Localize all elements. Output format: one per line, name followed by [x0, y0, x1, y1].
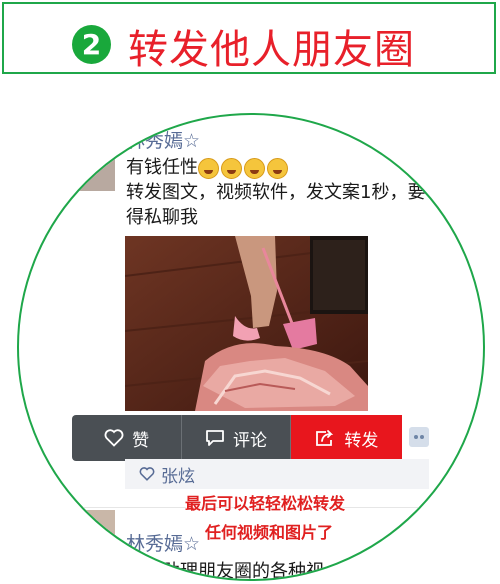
liker-name[interactable]: 张炫	[161, 462, 195, 487]
more-options-button[interactable]	[409, 427, 429, 447]
heart-outline-icon	[139, 467, 155, 481]
post-author[interactable]: 林秀嫣☆	[126, 529, 200, 556]
share-icon	[316, 430, 334, 446]
forward-button[interactable]: 转发	[290, 415, 402, 461]
laughing-crying-emoji-icon	[198, 157, 219, 179]
heart-icon	[104, 429, 124, 447]
comment-label: 评论	[233, 430, 267, 451]
laughing-crying-emoji-icon	[221, 157, 242, 179]
caption-line-2: 任何视频和图片了	[205, 523, 334, 542]
post-line-2: 转发图文，视频软件，发文案1秒，要	[126, 182, 426, 203]
post-author[interactable]: 林秀嫣☆	[126, 126, 200, 153]
step-number-badge: 2	[72, 25, 111, 64]
post-image[interactable]	[125, 236, 368, 411]
post-text: 有钱任性 转发图文，视频软件，发文案1秒，要 得私聊我	[126, 155, 456, 230]
step-title: 转发他人朋友圈	[128, 27, 415, 73]
comment-button[interactable]: 评论	[182, 415, 291, 461]
like-label: 赞	[132, 430, 150, 451]
comment-bubble-icon	[206, 430, 224, 446]
caption-line-1: 最后可以轻轻松松转发	[185, 494, 346, 513]
likes-row: 张炫	[125, 459, 429, 489]
emoji-group	[198, 157, 288, 179]
moments-zoom-circle: 林秀嫣☆ 有钱任性 转发图文，视频软件，发文案1秒，要 得私聊我 赞 评论 转发…	[17, 113, 485, 581]
money-sweeping-illustration	[125, 236, 368, 411]
action-popup: 赞 评论 转发	[72, 415, 402, 461]
post-line-3: 得私聊我	[126, 207, 198, 228]
like-button[interactable]: 赞	[72, 415, 183, 461]
post-text: 轻松助理朋友圈的各种视	[126, 561, 324, 581]
forward-label: 转发	[344, 430, 379, 451]
avatar[interactable]	[79, 131, 115, 191]
avatar[interactable]	[79, 510, 115, 570]
step-header: 2 转发他人朋友圈	[2, 2, 496, 74]
dot-icon	[420, 435, 424, 439]
laughing-crying-emoji-icon	[267, 157, 288, 179]
laughing-crying-emoji-icon	[244, 157, 265, 179]
post-line-1: 有钱任性	[126, 157, 198, 178]
dot-icon	[414, 435, 418, 439]
